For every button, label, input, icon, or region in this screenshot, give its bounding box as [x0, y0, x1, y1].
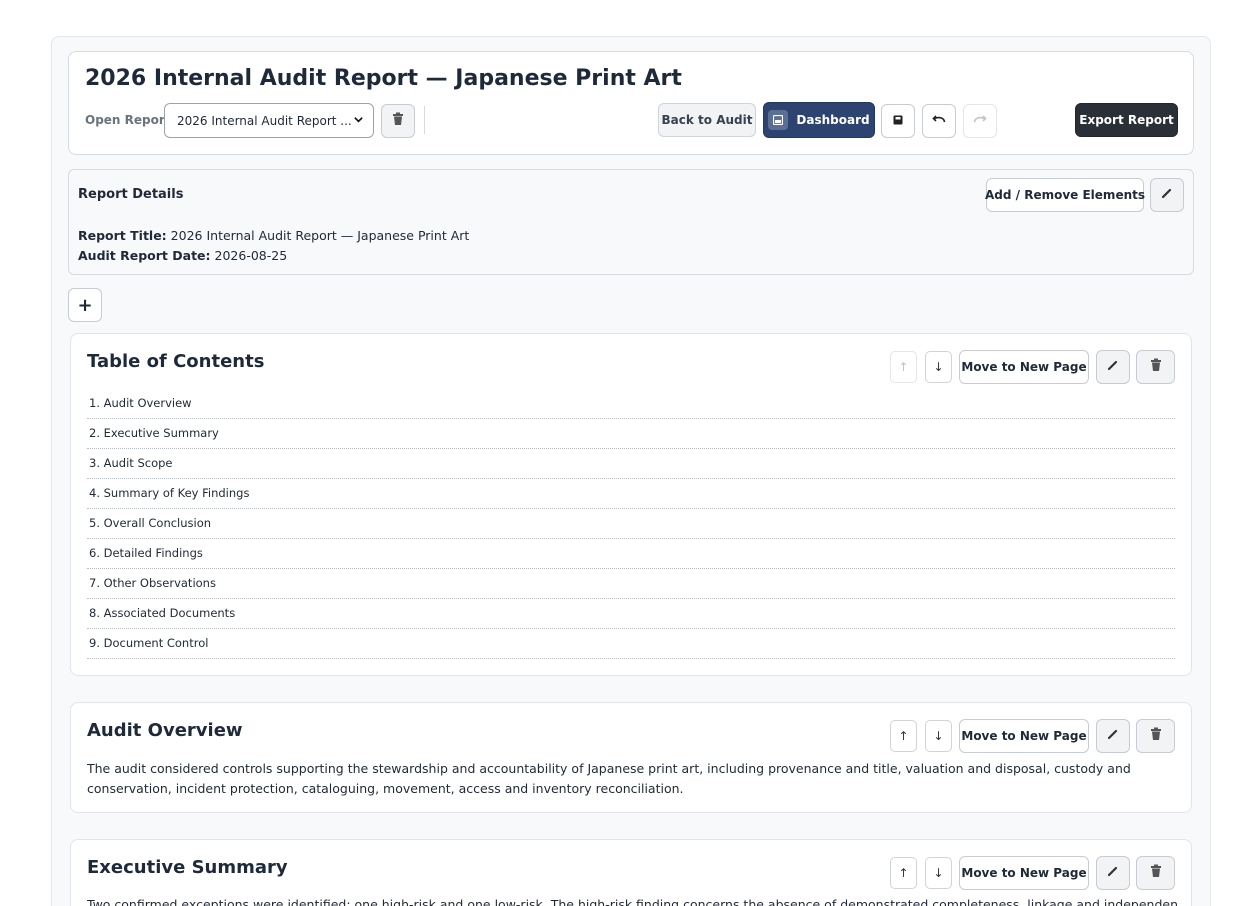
toc-item[interactable]: 1. Audit Overview [87, 389, 1175, 419]
pencil-icon [1107, 728, 1119, 744]
pencil-icon [1107, 865, 1119, 881]
redo-button[interactable] [963, 104, 997, 138]
dashboard-button[interactable]: Dashboard [763, 102, 875, 138]
back-to-audit-button[interactable]: Back to Audit [658, 103, 756, 137]
toc-list: 1. Audit Overview 2. Executive Summary 3… [87, 389, 1175, 659]
pencil-icon [1107, 359, 1119, 375]
undo-icon [932, 113, 946, 129]
edit-section-button[interactable] [1096, 856, 1130, 890]
report-title-label: Report Title: [78, 228, 167, 243]
move-up-button[interactable]: ↑ [890, 351, 917, 383]
report-details: Report Details Add / Remove Elements Rep… [68, 169, 1194, 275]
audit-overview-text: The audit considered controls supporting… [87, 761, 1131, 796]
toc-item[interactable]: 4. Summary of Key Findings [87, 479, 1175, 509]
dashboard-icon [768, 110, 789, 130]
toolbar-divider [424, 106, 425, 134]
toc-section: Table of Contents ↑ ↓ Move to New Page 1… [70, 333, 1192, 676]
toc-item[interactable]: 9. Document Control [87, 629, 1175, 659]
move-to-new-page-button[interactable]: Move to New Page [959, 719, 1089, 753]
delete-report-button[interactable] [381, 104, 415, 138]
toc-item[interactable]: 2. Executive Summary [87, 419, 1175, 449]
report-header: 2026 Internal Audit Report — Japanese Pr… [68, 51, 1194, 155]
move-to-new-page-button[interactable]: Move to New Page [959, 350, 1089, 384]
page-title: 2026 Internal Audit Report — Japanese Pr… [85, 66, 682, 91]
trash-icon [1150, 864, 1162, 882]
save-icon [893, 114, 903, 129]
undo-button[interactable] [922, 104, 956, 138]
pencil-icon [1161, 187, 1173, 203]
edit-section-button[interactable] [1096, 719, 1130, 753]
edit-details-button[interactable] [1150, 178, 1184, 212]
move-up-button[interactable]: ↑ [890, 720, 917, 752]
add-section-button[interactable]: + [68, 288, 102, 322]
report-date-label: Audit Report Date: [78, 248, 211, 263]
move-to-new-page-button[interactable]: Move to New Page [959, 856, 1089, 890]
move-down-button[interactable]: ↓ [925, 857, 952, 889]
report-details-title: Report Details [78, 187, 184, 202]
executive-summary-section: Executive Summary ↑ ↓ Move to New Page T… [70, 839, 1192, 906]
executive-summary-text: Two confirmed exceptions were identified… [87, 897, 1177, 906]
trash-icon [1150, 358, 1162, 376]
chevron-down-icon [353, 114, 364, 128]
report-title-value: 2026 Internal Audit Report — Japanese Pr… [170, 228, 470, 243]
toc-item[interactable]: 3. Audit Scope [87, 449, 1175, 479]
toc-item[interactable]: 7. Other Observations [87, 569, 1175, 599]
toc-item[interactable]: 8. Associated Documents [87, 599, 1175, 629]
report-date-value: 2026-08-25 [214, 248, 288, 263]
trash-icon [1150, 727, 1162, 745]
toc-title: Table of Contents [87, 351, 265, 372]
selected-report-value: 2026 Internal Audit Report ... [177, 114, 352, 128]
redo-icon [973, 113, 987, 129]
open-report-select[interactable]: 2026 Internal Audit Report ... [164, 103, 374, 138]
edit-section-button[interactable] [1096, 350, 1130, 384]
delete-section-button[interactable] [1136, 719, 1175, 753]
audit-overview-title: Audit Overview [87, 720, 243, 741]
toc-item[interactable]: 6. Detailed Findings [87, 539, 1175, 569]
delete-section-button[interactable] [1136, 856, 1175, 890]
open-report-label: Open Report [85, 113, 171, 127]
dashboard-label: Dashboard [796, 113, 870, 127]
add-remove-elements-button[interactable]: Add / Remove Elements [985, 178, 1145, 212]
report-title-line: Report Title: 2026 Internal Audit Report… [78, 228, 469, 243]
move-up-button[interactable]: ↑ [890, 857, 917, 889]
audit-overview-section: Audit Overview ↑ ↓ Move to New Page The … [70, 702, 1192, 813]
report-date-line: Audit Report Date: 2026-08-25 [78, 248, 287, 263]
executive-summary-title: Executive Summary [87, 857, 288, 878]
delete-section-button[interactable] [1136, 350, 1175, 384]
export-report-button[interactable]: Export Report [1075, 103, 1178, 137]
toc-item[interactable]: 5. Overall Conclusion [87, 509, 1175, 539]
move-down-button[interactable]: ↓ [925, 351, 952, 383]
save-button[interactable] [881, 104, 915, 138]
move-down-button[interactable]: ↓ [925, 720, 952, 752]
trash-icon [392, 112, 404, 130]
